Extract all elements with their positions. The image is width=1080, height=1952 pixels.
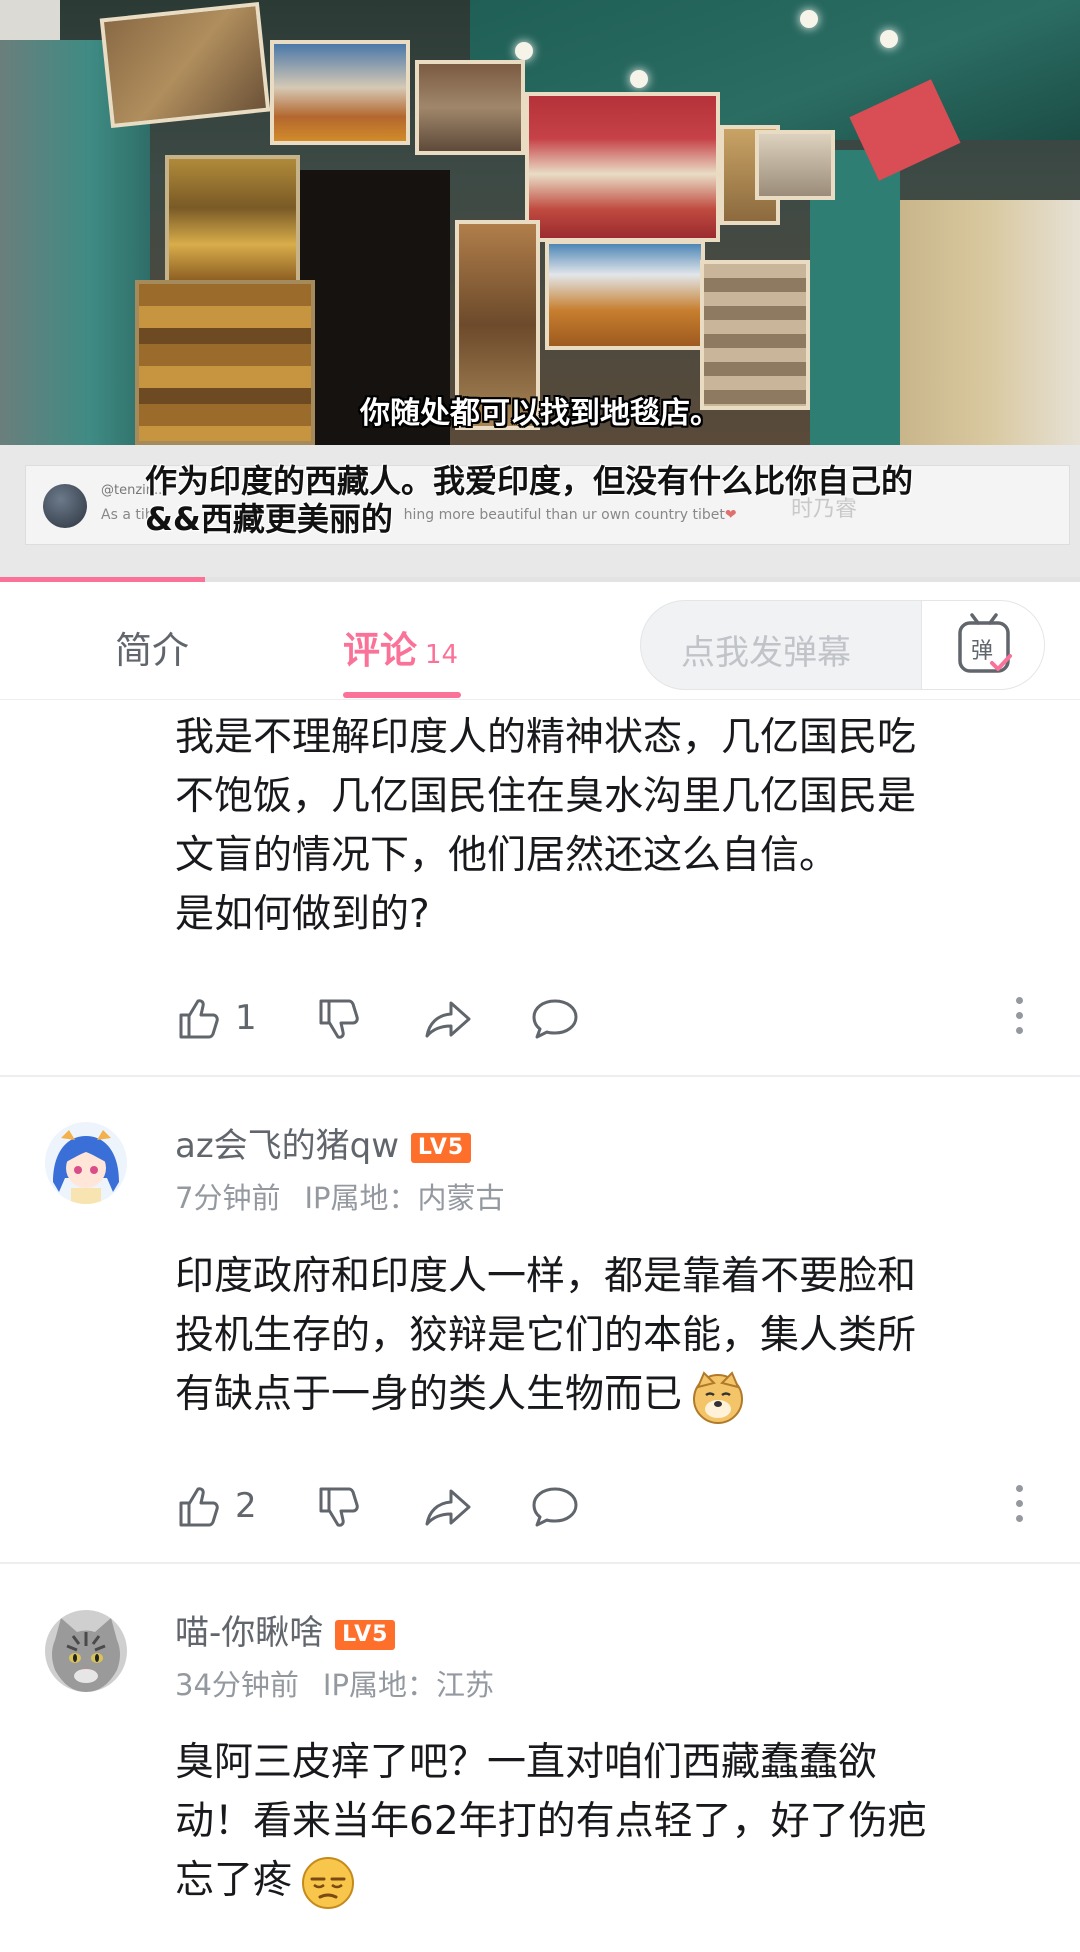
- username-text: 喵-你瞅啥: [175, 1613, 324, 1653]
- comment-line: 不饱饭，几亿国民住在臭水沟里几亿国民是: [175, 774, 917, 819]
- level-badge: LV5: [411, 1132, 472, 1163]
- comment-count: 14: [425, 640, 459, 670]
- video-subtitle: 你随处都可以找到地毯店。: [360, 396, 720, 431]
- danmaku-icon: 弹: [958, 613, 1012, 673]
- comment-line: 忘了疼: [175, 1851, 1045, 1911]
- comment-divider: [0, 1562, 1080, 1564]
- share-icon: [425, 1489, 471, 1526]
- comment-username[interactable]: az会飞的猪qw LV5: [175, 1118, 472, 1167]
- comment-meta: 34分钟前 IP属地：江苏: [175, 1662, 518, 1704]
- tab-bar: 简介 评论 14 点我发弹幕 弹: [0, 582, 1080, 700]
- comment-line: 印度政府和印度人一样，都是靠着不要脸和: [175, 1254, 917, 1299]
- comment-time: 34分钟前: [175, 1668, 299, 1702]
- tab-comments[interactable]: 评论 14: [343, 620, 458, 674]
- reply-button[interactable]: [530, 1483, 580, 1535]
- danmaku-toggle-button[interactable]: 弹: [921, 601, 1044, 689]
- overlay-caption-line: 作为印度的西藏人。我爱印度，但没有什么比你自己的: [145, 462, 914, 500]
- speech-bubble-icon: [532, 1487, 578, 1527]
- hanging-rug: [415, 60, 525, 155]
- tab-intro[interactable]: 简介: [115, 620, 189, 674]
- comment-username[interactable]: 喵-你瞅啥 LV5: [175, 1605, 396, 1654]
- comment-line: 动！看来当年62年打的有点轻了，好了伤疤: [175, 1799, 927, 1844]
- comment-actions: 2: [175, 1483, 1055, 1533]
- tab-comments-label: 评论: [343, 629, 417, 672]
- active-tab-indicator: [343, 692, 461, 698]
- comment-line: 文盲的情况下，他们居然还这么自信。: [175, 833, 839, 878]
- comment-line: 我是不理解印度人的精神状态，几亿国民吃: [175, 715, 917, 760]
- ceiling-light: [800, 10, 818, 28]
- hanging-rug: [755, 130, 835, 200]
- comment-line: 投机生存的，狡辩是它们的本能，集人类所: [175, 1313, 917, 1358]
- share-button[interactable]: [423, 1483, 475, 1535]
- hanging-rug: [270, 40, 410, 145]
- comment-line: 有缺点于一身的类人生物而已: [175, 1365, 1045, 1425]
- danmaku-placeholder: 点我发弹幕: [681, 633, 851, 673]
- hanging-rug: [525, 92, 720, 242]
- like-button[interactable]: 2: [175, 1483, 257, 1535]
- overlay-caption: 作为印度的西藏人。我爱印度，但没有什么比你自己的 &&西藏更美丽的: [145, 462, 1045, 538]
- comment-meta: 7分钟前 IP属地：内蒙古: [175, 1175, 529, 1217]
- share-button[interactable]: [423, 995, 475, 1047]
- like-count: 1: [235, 998, 257, 1038]
- level-badge: LV5: [335, 1619, 396, 1650]
- ceiling-light: [880, 30, 898, 48]
- video-player[interactable]: 你随处都可以找到地毯店。: [0, 0, 1080, 445]
- anime-girl-avatar-icon: [45, 1122, 127, 1204]
- dislike-button[interactable]: [315, 995, 363, 1047]
- comment-line-text: 有缺点于一身的类人生物而已: [175, 1372, 683, 1417]
- thumbs-down-icon: [319, 999, 359, 1039]
- comment-divider: [0, 1075, 1080, 1077]
- share-icon: [425, 1001, 471, 1038]
- comment-text: 我是不理解印度人的精神状态，几亿国民吃 不饱饭，几亿国民住在臭水沟里几亿国民是 …: [175, 708, 1045, 944]
- overlay-caption-line: &&西藏更美丽的: [145, 500, 393, 538]
- comment-text: 臭阿三皮痒了吧？一直对咱们西藏蠢蠢欲 动！看来当年62年打的有点轻了，好了伤疤 …: [175, 1733, 1045, 1911]
- hanging-rug: [545, 240, 705, 350]
- comment-ip: IP属地：内蒙古: [304, 1181, 505, 1215]
- speech-bubble-icon: [532, 999, 578, 1039]
- thumbs-up-icon: [179, 1487, 219, 1527]
- cat-avatar-icon: [45, 1610, 127, 1692]
- sleepy-face-emoji-icon: [302, 1856, 355, 1909]
- ceiling-light: [515, 42, 533, 60]
- comment-line: 是如何做到的?: [175, 892, 430, 937]
- like-button[interactable]: 1: [175, 995, 257, 1047]
- comment-line: 臭阿三皮痒了吧？一直对咱们西藏蠢蠢欲: [175, 1740, 878, 1785]
- ceiling-light: [630, 70, 648, 88]
- comment-text: 印度政府和印度人一样，都是靠着不要脸和 投机生存的，狡辩是它们的本能，集人类所 …: [175, 1247, 1045, 1425]
- like-count: 2: [235, 1486, 257, 1526]
- dislike-button[interactable]: [315, 1483, 363, 1535]
- danmaku-icon-text: 弹: [971, 639, 993, 664]
- danmaku-input[interactable]: 点我发弹幕 弹: [640, 600, 1045, 690]
- comment-ip: IP属地：江苏: [322, 1668, 494, 1702]
- thumbs-up-icon: [179, 999, 219, 1039]
- more-icon[interactable]: [1015, 997, 1025, 1041]
- more-icon[interactable]: [1015, 1485, 1025, 1529]
- doge-emoji-icon: [693, 1370, 744, 1424]
- reply-button[interactable]: [530, 995, 580, 1047]
- comment-actions: 1: [175, 995, 1055, 1045]
- hanging-rug: [99, 1, 271, 129]
- username-text: az会飞的猪qw: [175, 1126, 400, 1166]
- comment-line-text: 忘了疼: [175, 1858, 293, 1903]
- stacked-rugs: [165, 155, 300, 285]
- comment-time: 7分钟前: [175, 1181, 281, 1215]
- avatar[interactable]: [45, 1122, 127, 1204]
- thumbs-down-icon: [319, 1487, 359, 1527]
- tweet-avatar: [43, 484, 87, 528]
- avatar[interactable]: [45, 1610, 127, 1692]
